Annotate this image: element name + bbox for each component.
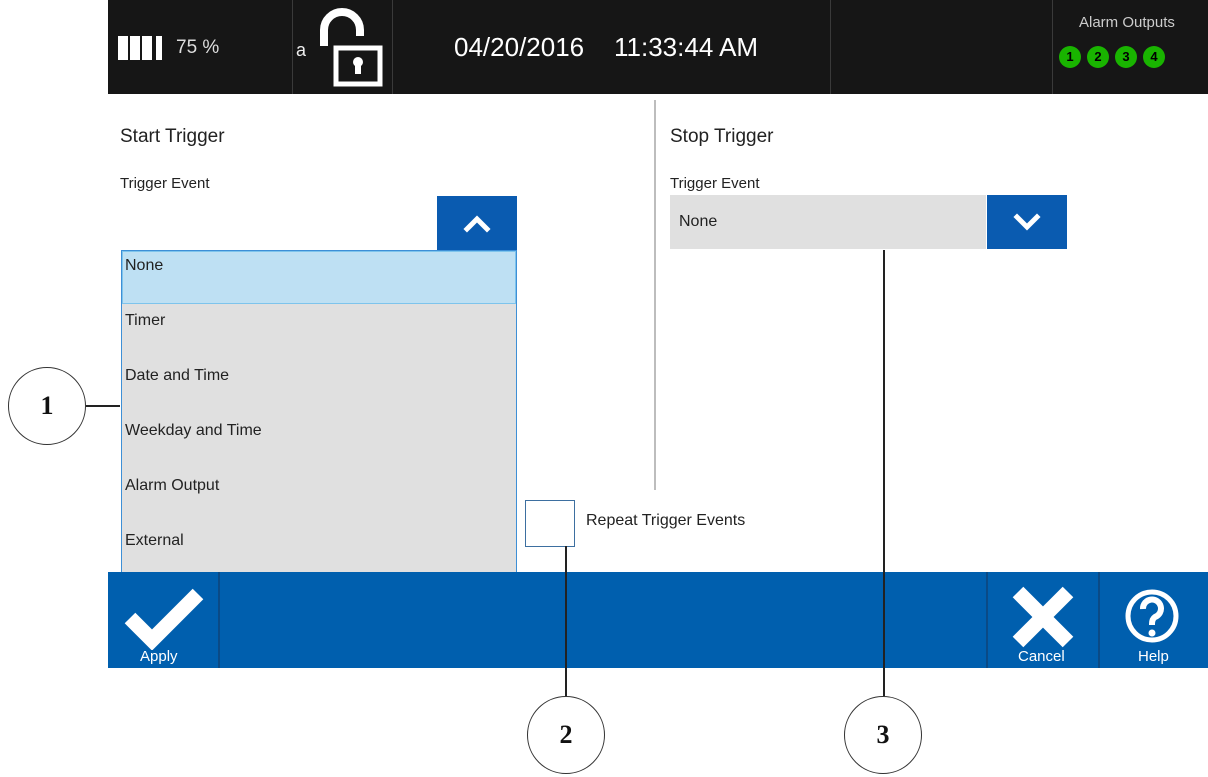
option-label: Alarm Output (125, 477, 220, 494)
chevron-up-icon (463, 215, 491, 233)
callout-3: 3 (844, 696, 922, 774)
alarm-outputs-segment: Alarm Outputs 1 2 3 4 (1052, 0, 1208, 94)
column-divider (654, 100, 656, 490)
option-label: Timer (125, 312, 166, 329)
option-label: External (125, 532, 184, 549)
stop-trigger-event-select[interactable]: None (670, 195, 986, 249)
option-none[interactable]: None (122, 251, 516, 304)
battery-segment: 75 % (108, 0, 293, 94)
alarm-output-4-indicator: 4 (1143, 46, 1165, 68)
action-bar: Apply Cancel Help (108, 572, 1208, 668)
stop-trigger-expand-button[interactable] (987, 195, 1067, 249)
stop-trigger-selected-value: None (679, 213, 718, 230)
option-label: None (125, 257, 164, 274)
battery-percent: 75 % (176, 37, 220, 58)
repeat-trigger-checkbox[interactable] (525, 500, 575, 547)
option-timer[interactable]: Timer (122, 306, 516, 359)
help-button[interactable]: Help (1100, 572, 1208, 668)
start-trigger-heading: Start Trigger (120, 126, 225, 147)
option-weekday-and-time[interactable]: Weekday and Time (122, 416, 516, 469)
apply-button[interactable]: Apply (108, 572, 218, 668)
start-trigger-options-list: None Timer Date and Time Weekday and Tim… (121, 250, 517, 585)
alarm-output-3-indicator: 3 (1115, 46, 1137, 68)
close-icon (1012, 586, 1074, 648)
alarm-outputs-title: Alarm Outputs (1079, 14, 1175, 31)
cancel-label: Cancel (1018, 648, 1065, 665)
callout-3-leader (883, 250, 885, 696)
stop-trigger-event-label: Trigger Event (670, 175, 760, 192)
callout-2: 2 (527, 696, 605, 774)
battery-icon (118, 36, 166, 60)
separator (218, 572, 220, 668)
help-icon (1125, 589, 1179, 643)
option-label: Weekday and Time (125, 422, 262, 439)
checkmark-icon (124, 588, 204, 650)
option-alarm-output[interactable]: Alarm Output (122, 471, 516, 524)
unlocked-padlock-icon (320, 8, 383, 87)
user-letter: a (296, 40, 307, 60)
datetime-segment: 04/20/2016 11:33:44 AM (392, 0, 831, 94)
status-bar: 75 % a 04/20/2016 11:33:44 AM Alarm Outp… (108, 0, 1208, 94)
lock-segment[interactable]: a (292, 0, 393, 94)
callout-1: 1 (8, 367, 86, 445)
cancel-button[interactable]: Cancel (988, 572, 1098, 668)
option-date-and-time[interactable]: Date and Time (122, 361, 516, 414)
repeat-trigger-label: Repeat Trigger Events (586, 512, 746, 529)
time-text: 11:33:44 AM (614, 32, 759, 62)
callout-2-leader (565, 546, 567, 696)
start-trigger-collapse-button[interactable] (437, 196, 517, 250)
stop-trigger-heading: Stop Trigger (670, 126, 774, 147)
callout-1-leader (86, 405, 120, 407)
alarm-output-2-indicator: 2 (1087, 46, 1109, 68)
chevron-down-icon (1013, 213, 1041, 231)
option-label: Date and Time (125, 367, 230, 384)
empty-segment (830, 0, 1053, 94)
alarm-output-1-indicator: 1 (1059, 46, 1081, 68)
start-trigger-event-label: Trigger Event (120, 175, 210, 192)
help-label: Help (1138, 648, 1169, 665)
apply-label: Apply (140, 648, 178, 665)
date-text: 04/20/2016 (454, 32, 585, 62)
